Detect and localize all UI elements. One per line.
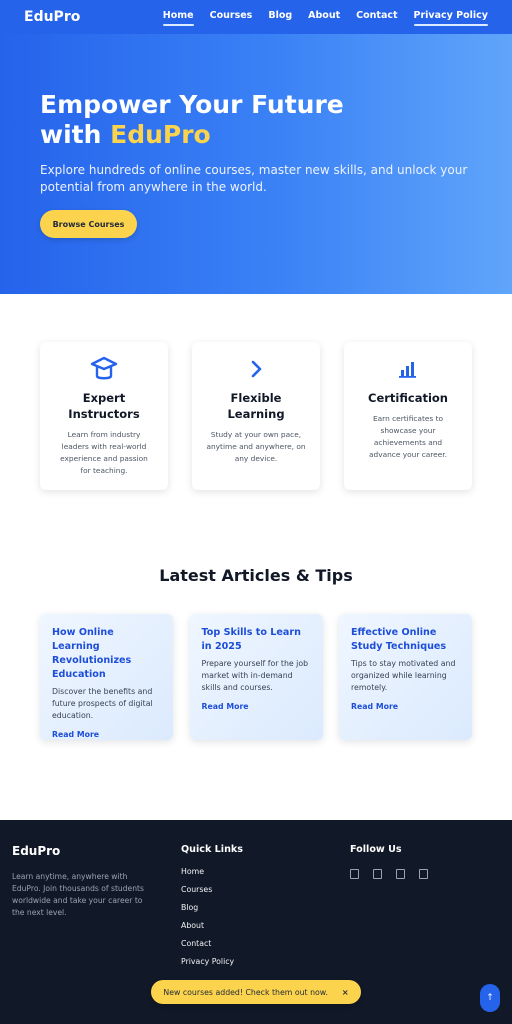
- graduation-cap-svg: [90, 356, 118, 380]
- brand-logo[interactable]: EduPro: [24, 9, 80, 25]
- arrow-up-icon: ↑: [486, 993, 494, 1003]
- article-card: Effective Online Study Techniques Tips t…: [339, 614, 472, 740]
- close-icon[interactable]: ×: [342, 988, 349, 997]
- feature-text: Study at your own pace, anytime and anyw…: [206, 430, 306, 463]
- feature-card: Certification Earn certificates to showc…: [344, 342, 472, 490]
- feature-text: Learn from industry leaders with real-wo…: [60, 430, 148, 475]
- articles-section: How Online Learning Revolutionizes Educa…: [40, 614, 472, 740]
- linkedin-icon[interactable]: [419, 869, 428, 879]
- footer-link-privacy-policy[interactable]: Privacy Policy: [181, 956, 243, 967]
- article-card: Top Skills to Learn in 2025 Prepare your…: [189, 614, 323, 740]
- read-more-link[interactable]: Read More: [52, 730, 99, 739]
- hero-title-line1: Empower Your Future: [40, 90, 344, 119]
- footer-follow: Follow Us: [350, 844, 428, 879]
- footer-brand: EduPro: [12, 844, 61, 858]
- nav-privacy-policy[interactable]: Privacy Policy: [413, 10, 489, 26]
- footer-quick-links: Quick Links Home Courses Blog About Cont…: [181, 844, 243, 967]
- chevron-right-svg: [251, 360, 262, 378]
- scroll-to-top-button[interactable]: ↑: [480, 984, 500, 1012]
- quick-links-heading: Quick Links: [181, 844, 244, 855]
- nav-blog[interactable]: Blog: [268, 10, 292, 24]
- feature-card: Flexible Learning Study at your own pace…: [192, 342, 320, 490]
- article-title[interactable]: Top Skills to Learn in 2025: [202, 626, 311, 654]
- article-title[interactable]: How Online Learning Revolutionizes Educa…: [52, 626, 161, 682]
- footer-link-home[interactable]: Home: [181, 866, 243, 877]
- nav-links: Home Courses Blog About Contact Privacy …: [162, 10, 489, 26]
- nav-about[interactable]: About: [308, 10, 340, 24]
- read-more-link[interactable]: Read More: [351, 702, 398, 711]
- feature-card: Expert Instructors Learn from industry l…: [40, 342, 168, 490]
- navbar: EduPro Home Courses Blog About Contact P…: [0, 0, 512, 34]
- footer-link-blog[interactable]: Blog: [181, 902, 243, 913]
- hero-section: Empower Your Future with EduPro Explore …: [0, 34, 512, 294]
- hero-title: Empower Your Future with EduPro: [40, 90, 480, 150]
- chevron-right-icon: [240, 354, 272, 384]
- nav-contact[interactable]: Contact: [356, 10, 397, 24]
- article-text: Tips to stay motivated and organized whi…: [351, 659, 456, 692]
- nav-courses[interactable]: Courses: [210, 10, 253, 24]
- facebook-icon[interactable]: [350, 869, 359, 879]
- social-icons: [350, 869, 428, 879]
- feature-title: Certification: [368, 391, 448, 405]
- article-title[interactable]: Effective Online Study Techniques: [351, 626, 460, 654]
- graduation-cap-icon: [88, 354, 120, 384]
- hero-title-with: with: [40, 120, 111, 149]
- feature-title: Expert Instructors: [68, 391, 140, 421]
- feature-text: Earn certificates to showcase your achie…: [368, 414, 447, 459]
- article-card: How Online Learning Revolutionizes Educa…: [40, 614, 173, 740]
- features-section: Expert Instructors Learn from industry l…: [40, 342, 472, 490]
- hero-subtitle: Explore hundreds of online courses, mast…: [40, 163, 468, 194]
- follow-us-heading: Follow Us: [350, 844, 402, 855]
- article-text: Discover the benefits and future prospec…: [52, 687, 153, 720]
- quick-links-list: Home Courses Blog About Contact Privacy …: [181, 866, 243, 967]
- footer-about: EduPro Learn anytime, anywhere with EduP…: [12, 844, 154, 919]
- feature-title: Flexible Learning: [227, 391, 285, 421]
- footer-link-courses[interactable]: Courses: [181, 884, 243, 895]
- footer-link-about[interactable]: About: [181, 920, 243, 931]
- footer-link-contact[interactable]: Contact: [181, 938, 243, 949]
- articles-heading: Latest Articles & Tips: [159, 566, 353, 585]
- article-text: Prepare yourself for the job market with…: [201, 659, 309, 692]
- bar-chart-icon: [392, 354, 424, 384]
- instagram-icon[interactable]: [396, 869, 405, 879]
- bar-chart-svg: [399, 362, 416, 378]
- notification-toast: New courses added! Check them out now. ×: [151, 980, 361, 1004]
- twitter-icon[interactable]: [373, 869, 382, 879]
- hero-title-highlight: EduPro: [110, 120, 211, 149]
- footer-description: Learn anytime, anywhere with EduPro. Joi…: [12, 872, 144, 917]
- browse-courses-button[interactable]: Browse Courses: [40, 210, 137, 238]
- toast-message: New courses added! Check them out now.: [163, 987, 328, 997]
- nav-home[interactable]: Home: [162, 10, 194, 26]
- read-more-link[interactable]: Read More: [202, 702, 249, 711]
